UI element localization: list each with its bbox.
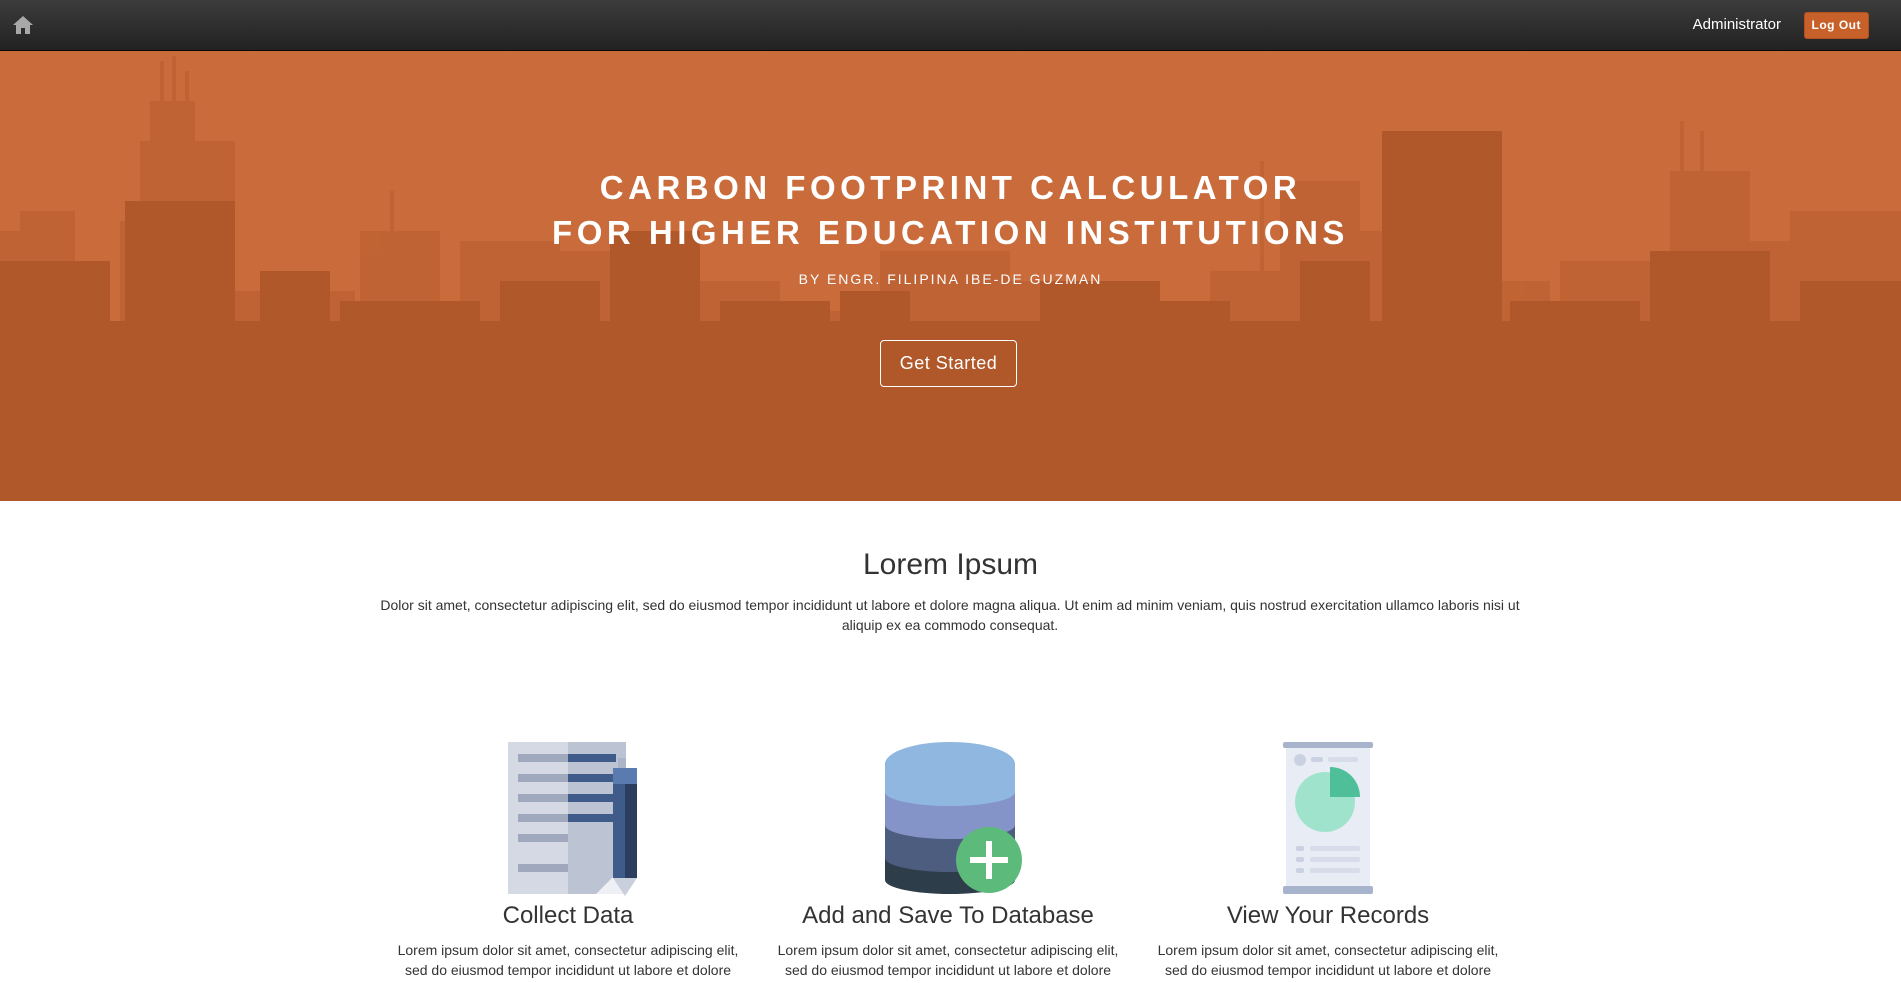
intro-title: Lorem Ipsum bbox=[862, 548, 1039, 581]
feature-title: Add and Save To Database bbox=[802, 902, 1094, 929]
document-pen-icon bbox=[508, 742, 637, 896]
database-add-icon bbox=[885, 742, 1022, 894]
feature-text: Lorem ipsum dolor sit amet, consectetur … bbox=[1157, 942, 1499, 978]
home-icon[interactable] bbox=[12, 15, 34, 35]
hero-title-line-1: CARBON FOOTPRINT CALCULATOR bbox=[599, 169, 1302, 206]
hero-subtitle: BY ENGR. FILIPINA IBE-DE GUZMAN bbox=[798, 271, 1103, 287]
navbar: Administrator Log Out bbox=[0, 0, 1901, 51]
hero-banner: CARBON FOOTPRINT CALCULATOR FOR HIGHER E… bbox=[0, 51, 1901, 501]
feature-title: Collect Data bbox=[502, 902, 634, 929]
hero-title-line-2: FOR HIGHER EDUCATION INSTITUTIONS bbox=[552, 214, 1349, 251]
feature-text: Lorem ipsum dolor sit amet, consectetur … bbox=[777, 942, 1119, 978]
feature-add-save-database: Add and Save To Database Lorem ipsum dol… bbox=[768, 740, 1128, 980]
report-chart-icon bbox=[1283, 742, 1373, 894]
feature-title: View Your Records bbox=[1226, 902, 1430, 929]
feature-view-records: View Your Records Lorem ipsum dolor sit … bbox=[1148, 740, 1508, 980]
feature-collect-data: Collect Data Lorem ipsum dolor sit amet,… bbox=[388, 740, 748, 980]
feature-icon-box bbox=[768, 740, 1128, 896]
feature-icon-box bbox=[388, 740, 748, 896]
administrator-link[interactable]: Administrator bbox=[1693, 16, 1781, 33]
intro-text: Dolor sit amet, consectetur adipiscing e… bbox=[380, 597, 1520, 633]
get-started-button[interactable]: Get Started bbox=[880, 340, 1017, 387]
feature-icon-box bbox=[1148, 740, 1508, 896]
feature-text: Lorem ipsum dolor sit amet, consectetur … bbox=[397, 942, 739, 978]
logout-button[interactable]: Log Out bbox=[1803, 12, 1869, 39]
